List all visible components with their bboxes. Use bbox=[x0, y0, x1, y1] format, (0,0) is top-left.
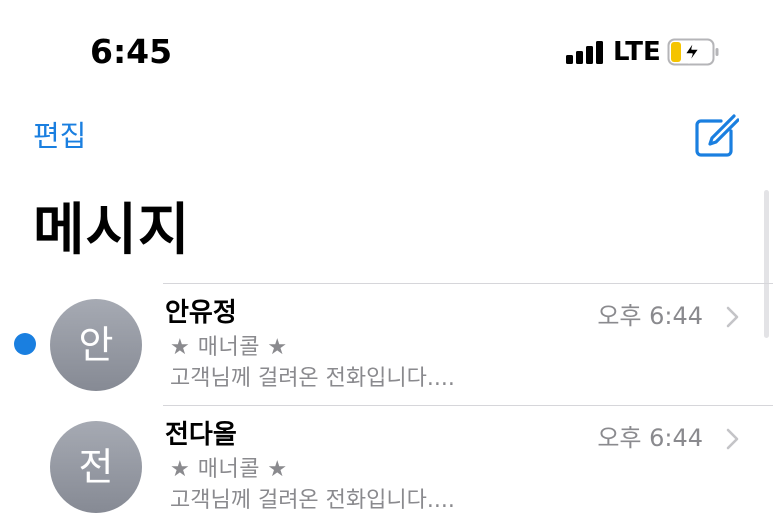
page-title: 메시지 bbox=[33, 198, 191, 263]
unread-indicator bbox=[14, 333, 36, 355]
row-divider bbox=[163, 283, 773, 284]
sender-name: 전다올 bbox=[165, 420, 237, 450]
message-thread[interactable]: 안 안유정 오후 6:44 ★ 매너콜 ★ 고객님께 걸려온 전화입니다.... bbox=[0, 283, 773, 403]
edit-button[interactable]: 편집 bbox=[33, 116, 86, 156]
message-subject: ★ 매너콜 ★ bbox=[170, 335, 288, 360]
chevron-right-icon bbox=[726, 428, 739, 450]
avatar: 전 bbox=[50, 421, 142, 513]
avatar: 안 bbox=[50, 299, 142, 391]
message-preview: 고객님께 걸려온 전화입니다.... bbox=[170, 488, 455, 513]
sender-name: 안유정 bbox=[165, 298, 237, 328]
carrier-label: LTE bbox=[613, 37, 661, 67]
message-thread[interactable]: 전 전다올 오후 6:44 ★ 매너콜 ★ 고객님께 걸려온 전화입니다.... bbox=[0, 405, 773, 525]
message-preview: 고객님께 걸려온 전화입니다.... bbox=[170, 366, 455, 391]
message-time: 오후 6:44 bbox=[597, 302, 703, 330]
status-time: 6:45 bbox=[90, 32, 173, 71]
message-time: 오후 6:44 bbox=[597, 424, 703, 452]
battery-charging-icon bbox=[667, 38, 719, 66]
messages-screen: 6:45 LTE 편집 메시지 안 안유정 오후 6:44 ★ 매너콜 ★ 고객… bbox=[0, 0, 773, 526]
chevron-right-icon bbox=[726, 306, 739, 328]
row-divider bbox=[163, 405, 773, 406]
message-subject: ★ 매너콜 ★ bbox=[170, 457, 288, 482]
cellular-signal-icon bbox=[566, 40, 606, 64]
compose-icon[interactable] bbox=[693, 113, 739, 159]
